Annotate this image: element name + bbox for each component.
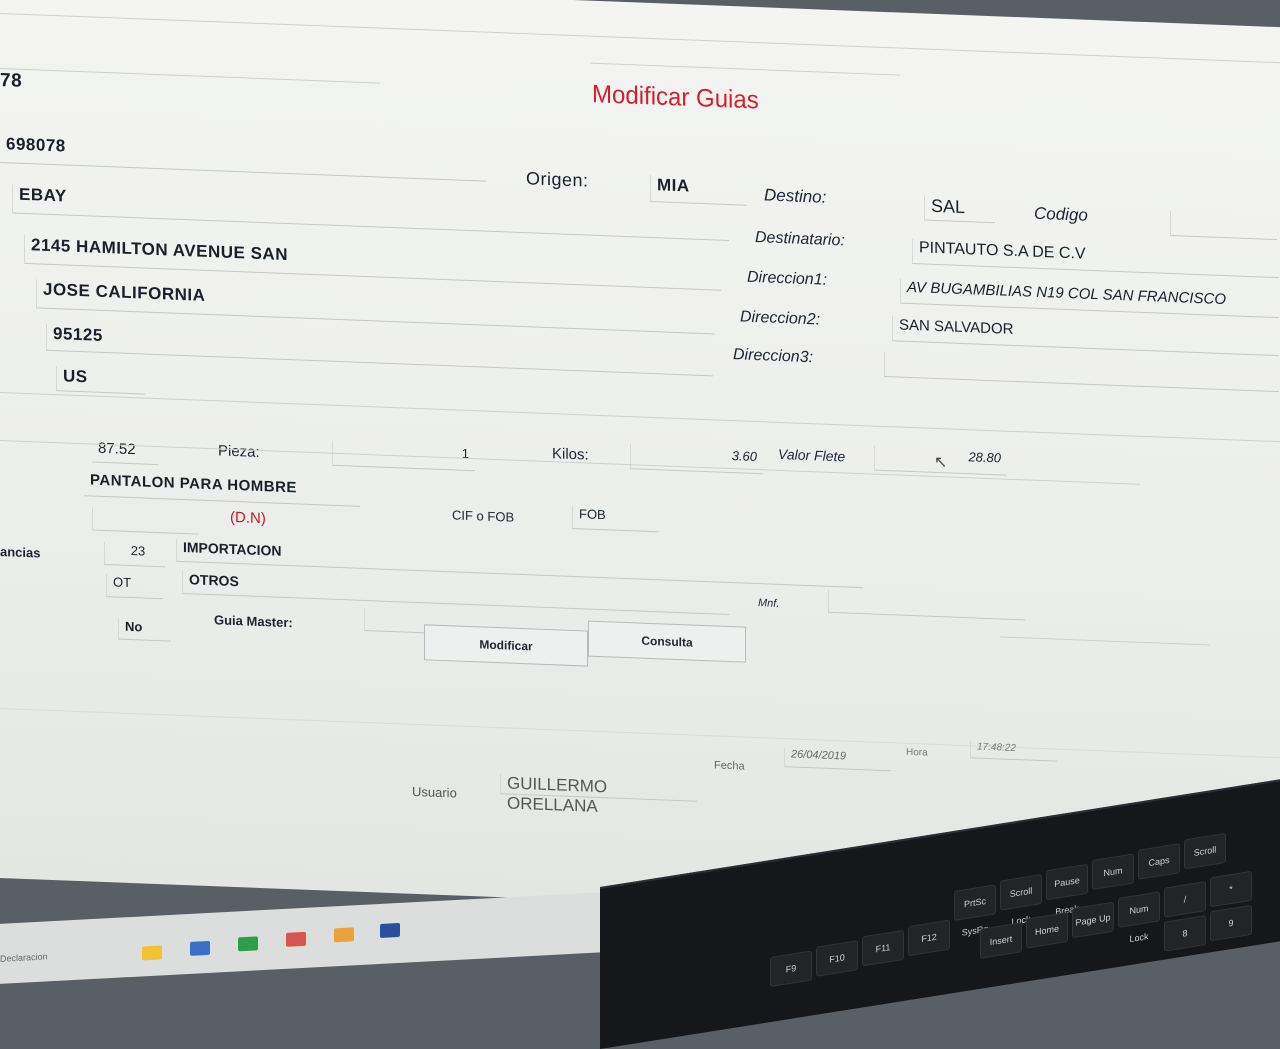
key-multiply: *	[1210, 870, 1252, 908]
key-scroll: Scroll	[1184, 832, 1226, 870]
key-caps: Caps	[1138, 843, 1180, 880]
word-icon[interactable]	[190, 940, 210, 956]
key-f12: F12	[908, 919, 950, 957]
origen-label: Origen:	[526, 168, 589, 191]
guia-master-label: Guia Master:	[214, 612, 293, 631]
regimen-label: ancias	[0, 544, 41, 561]
dn-label: (D.N)	[230, 508, 266, 528]
divider	[1000, 636, 1210, 646]
cif-fob-field[interactable]: FOB	[572, 505, 659, 533]
master-flag-field[interactable]: No	[118, 618, 171, 642]
destino-field[interactable]: SAL	[924, 195, 995, 224]
window-top-border	[0, 13, 1280, 64]
usuario-field: GUILLERMO ORELLANA	[500, 773, 697, 816]
section-divider	[0, 392, 1280, 443]
destinatario-field[interactable]: PINTAUTO S.A DE C.V	[912, 239, 1279, 279]
fecha-label: Fecha	[714, 759, 745, 773]
folder-icon[interactable]	[334, 927, 354, 943]
direccion3-label: Direccion3:	[733, 346, 814, 367]
usuario-label: Usuario	[412, 783, 457, 801]
modificar-button[interactable]: Modificar	[424, 624, 588, 667]
tipo-code-field[interactable]: OT	[106, 574, 163, 600]
key-home: Home	[1026, 911, 1068, 949]
window-title: Modificar Guias	[592, 80, 759, 115]
destinatario-label: Destinatario:	[755, 229, 845, 250]
application-window: Modificar Guias 78 698078 EBAY 2145 HAMI…	[0, 0, 1280, 928]
hora-field: 17:48:22	[970, 741, 1057, 762]
shipper-zip-field[interactable]: 95125	[46, 323, 713, 377]
origen-field[interactable]: MIA	[650, 174, 747, 206]
valor-flete-label: Valor Flete	[778, 445, 846, 465]
mnf-field[interactable]	[828, 589, 1025, 621]
key-page-up: Page Up	[1072, 901, 1114, 939]
destino-label: Destino:	[764, 185, 827, 207]
excel-icon[interactable]	[238, 936, 258, 952]
key-insert: Insert	[980, 922, 1022, 959]
key-pause: Pause Break	[1046, 863, 1088, 917]
shipper-address2-field[interactable]: JOSE CALIFORNIA	[36, 279, 715, 335]
guia-number-field[interactable]: 698078	[0, 134, 486, 182]
direccion1-label: Direccion1:	[747, 268, 828, 289]
dn-field[interactable]	[92, 507, 199, 535]
shipper-name-field[interactable]: EBAY	[12, 184, 729, 242]
key-num-lock: Num Lock	[1118, 891, 1160, 944]
hora-label: Hora	[906, 746, 928, 759]
key-divide: /	[1164, 881, 1206, 918]
key-9: 9	[1210, 904, 1252, 942]
direccion2-label: Direccion2:	[740, 308, 821, 329]
fecha-field: 26/04/2019	[784, 748, 891, 772]
key-prtsc: PrtSc SysRq	[954, 884, 996, 938]
divider	[0, 68, 380, 84]
direccion3-field[interactable]	[884, 351, 1279, 393]
direccion1-field[interactable]: AV BUGAMBILIAS N19 COL SAN FRANCISCO	[900, 278, 1279, 319]
guia-fragment: 78	[0, 70, 23, 92]
mnf-label: Mnf.	[758, 597, 780, 610]
pieza-label: Pieza:	[218, 442, 260, 461]
shipper-country-field[interactable]: US	[56, 366, 145, 395]
direccion2-field[interactable]: SAN SALVADOR	[892, 316, 1279, 357]
codigo-label: Codigo	[1034, 203, 1088, 225]
description-field[interactable]: PANTALON PARA HOMBRE	[84, 471, 360, 507]
folder-icon[interactable]	[142, 945, 162, 961]
key-num: Num	[1092, 853, 1134, 891]
mouse-cursor-icon: ↖	[934, 453, 948, 472]
regimen-code-field[interactable]: 23	[104, 541, 165, 568]
key-f10: F10	[816, 940, 858, 977]
active-app-icon[interactable]	[380, 922, 400, 938]
title-underline	[590, 62, 900, 76]
footer-divider	[0, 708, 1280, 759]
key-f11: F11	[862, 929, 904, 967]
key-f9: F9	[770, 950, 812, 988]
taskbar-item-declaracion[interactable]: Declaracion	[0, 951, 48, 963]
app-icon[interactable]	[286, 931, 306, 947]
codigo-field[interactable]	[1170, 210, 1277, 241]
kilos-field[interactable]: 3.60	[630, 444, 763, 475]
consulta-button[interactable]: Consulta	[588, 620, 746, 663]
key-scroll-lock: Scroll Lock	[1000, 874, 1042, 927]
cif-fob-label: CIF o FOB	[452, 507, 515, 525]
key-8: 8	[1164, 915, 1206, 952]
